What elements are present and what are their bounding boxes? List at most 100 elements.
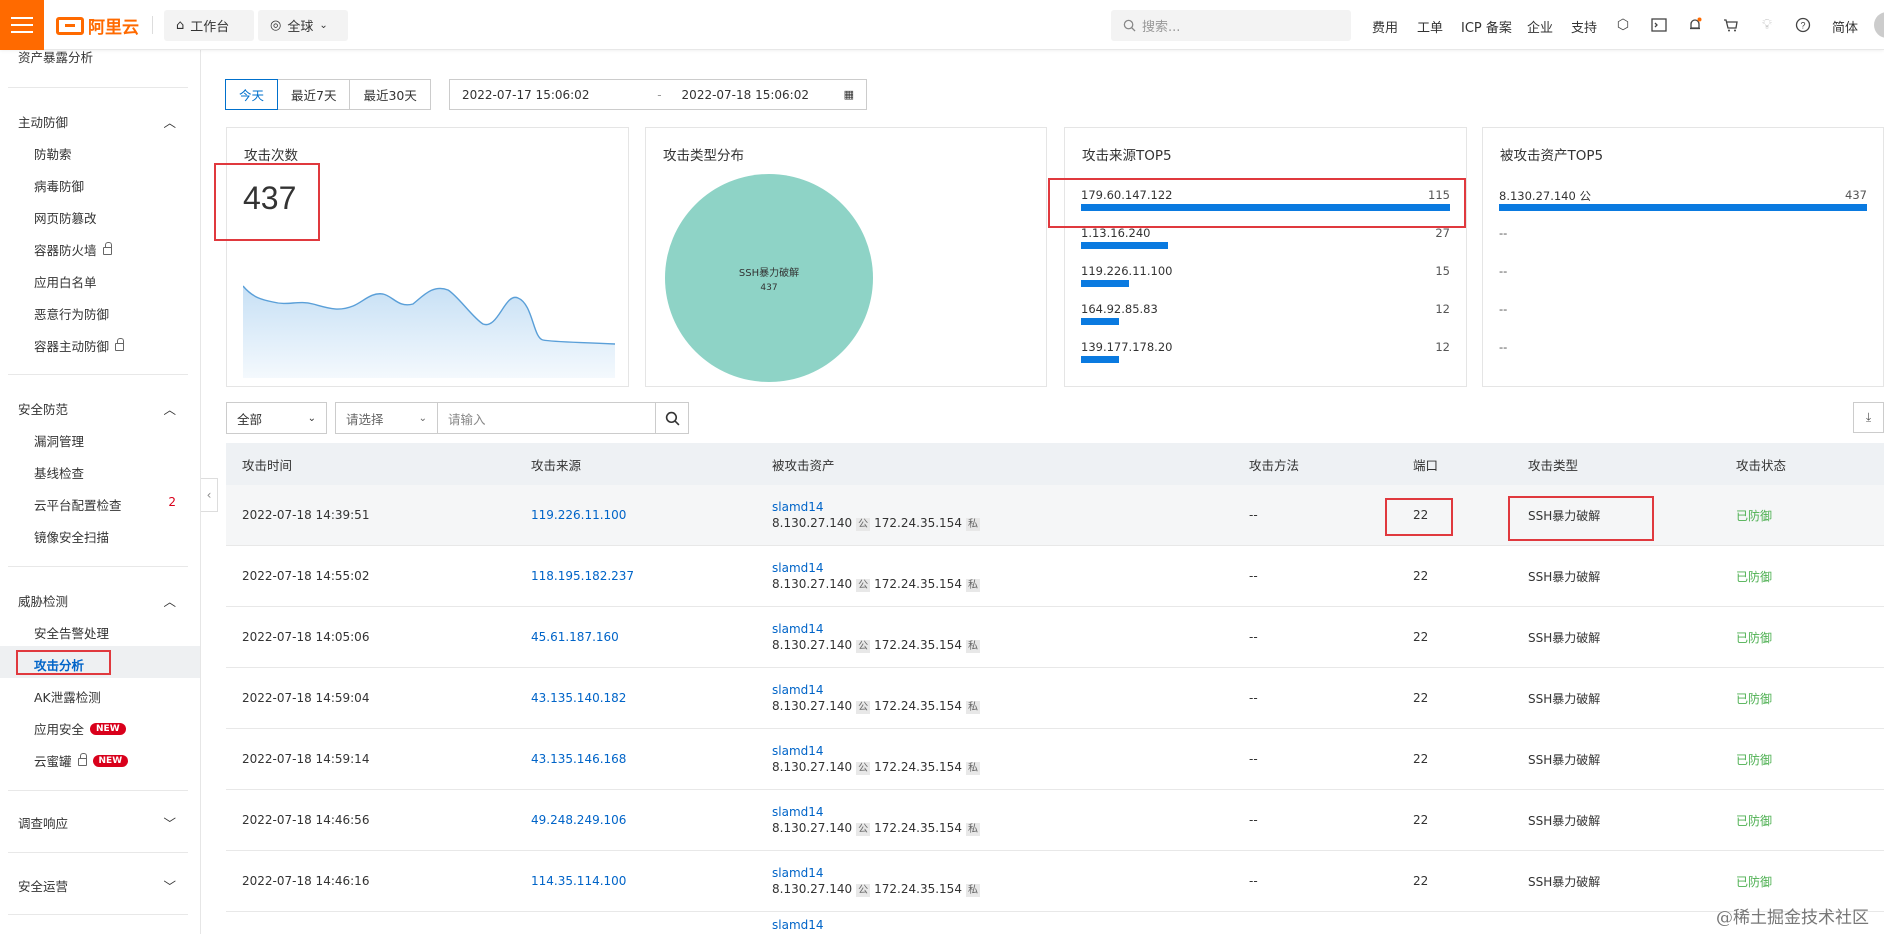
- top5-row[interactable]: 139.177.178.20 12: [1081, 340, 1450, 370]
- attacked-asset: slamd14 8.130.27.140 公 172.24.35.154 私: [772, 607, 984, 667]
- download-button[interactable]: ⤓: [1853, 402, 1884, 433]
- workbench-button[interactable]: ⌂ 工作台: [164, 10, 254, 41]
- scope-select[interactable]: 全部 ⌄: [226, 402, 327, 434]
- top5-row[interactable]: --: [1499, 302, 1867, 332]
- sidebar-item-asset-exposure[interactable]: 资产暴露分析: [18, 50, 93, 66]
- asset-name-link[interactable]: slamd14: [772, 622, 824, 636]
- pie-slice-ssh-bruteforce[interactable]: SSH暴力破解 437: [665, 174, 873, 382]
- attack-method: --: [1249, 630, 1258, 644]
- sidebar-item-container-active-defense[interactable]: 容器主动防御: [34, 336, 125, 355]
- top5-row[interactable]: --: [1499, 226, 1867, 256]
- top-link-tickets[interactable]: 工单: [1417, 17, 1443, 36]
- top5-count: 437: [1845, 188, 1867, 202]
- lightbulb-icon[interactable]: 💡︎: [1758, 16, 1776, 34]
- attack-source-link[interactable]: 43.135.140.182: [531, 668, 626, 728]
- chevron-down-icon: ⌄: [418, 412, 427, 424]
- region-selector[interactable]: ◎ 全球 ⌄: [258, 10, 348, 41]
- asset-ips: 8.130.27.140 公 172.24.35.154 私: [772, 760, 984, 775]
- sidebar-item-ransomware[interactable]: 防勒索: [34, 144, 72, 163]
- highlight-box: [1048, 178, 1466, 228]
- attacked-asset: slamd14 8.130.27.140 公 172.24.35.154 私: [772, 729, 984, 789]
- attack-type: SSH暴力破解: [1528, 813, 1601, 828]
- top5-row[interactable]: 1.13.16.240 27: [1081, 226, 1450, 256]
- sidebar-item-ak-leak[interactable]: AK泄露检测: [34, 687, 101, 706]
- sidebar-item-virus-defense[interactable]: 病毒防御: [34, 176, 84, 195]
- sidebar-item-alert-handling[interactable]: 安全告警处理: [34, 623, 109, 642]
- item-label: 云蜜罐: [34, 754, 72, 769]
- table-row[interactable]: 2022-07-18 14:05:06 45.61.187.160 slamd14 8…: [226, 607, 1884, 668]
- field-select[interactable]: 请选择 ⌄: [335, 402, 438, 434]
- attack-source-link[interactable]: 45.61.187.160: [531, 607, 619, 667]
- attack-source-link[interactable]: 119.226.11.100: [531, 485, 626, 545]
- top5-ip: 1.13.16.240: [1081, 226, 1151, 240]
- sidebar-group-security-ops[interactable]: 安全运营 ﹀: [18, 876, 176, 895]
- search-button[interactable]: [656, 402, 689, 434]
- top5-row[interactable]: 119.226.11.100 15: [1081, 264, 1450, 294]
- sidebar-item-app-whitelist[interactable]: 应用白名单: [34, 272, 97, 291]
- language-switch[interactable]: 简体: [1832, 17, 1858, 36]
- terminal-icon[interactable]: [1650, 16, 1668, 34]
- attack-time: 2022-07-18 14:59:14: [242, 752, 370, 766]
- asset-name-link[interactable]: slamd14: [772, 866, 824, 880]
- sidebar-item-honeypot[interactable]: 云蜜罐 NEW: [34, 751, 129, 770]
- top5-row[interactable]: 8.130.27.140 公 437: [1499, 188, 1867, 218]
- date-quick-filter: 今天 最近7天 最近30天: [225, 79, 431, 110]
- cart-icon[interactable]: [1722, 16, 1740, 34]
- asset-name-link[interactable]: slamd14: [772, 500, 824, 514]
- bell-icon[interactable]: [1686, 16, 1704, 34]
- sidebar-group-threat-detection[interactable]: 威胁检测 ︿: [18, 591, 176, 610]
- attack-method: --: [1249, 508, 1258, 522]
- sidebar-item-image-scan[interactable]: 镜像安全扫描: [34, 527, 109, 546]
- sidebar-item-app-security[interactable]: 应用安全 NEW: [34, 719, 126, 738]
- asset-name-link[interactable]: slamd14: [772, 561, 824, 575]
- table-row[interactable]: 2022-07-18 14:55:02 118.195.182.237 slamd1…: [226, 546, 1884, 607]
- aliyun-logo[interactable]: 阿里云: [56, 13, 139, 38]
- avatar[interactable]: [1874, 12, 1884, 38]
- attacked-asset: slamd14 8.130.27.140 公 172.24.35.154 私: [772, 851, 984, 911]
- attack-source-link[interactable]: 114.35.114.100: [531, 851, 626, 911]
- watermark: @稀土掘金技术社区: [1716, 908, 1869, 928]
- sidebar-group-active-defense[interactable]: 主动防御 ︿: [18, 112, 176, 131]
- help-icon[interactable]: ?: [1794, 16, 1812, 34]
- top-link-icp[interactable]: ICP 备案: [1461, 17, 1512, 36]
- attack-method: --: [1249, 691, 1258, 705]
- top-link-billing[interactable]: 费用: [1372, 17, 1398, 36]
- table-row[interactable]: 2022-07-18 14:59:04 43.135.140.182 slamd14…: [226, 668, 1884, 729]
- asset-name-link[interactable]: slamd14: [772, 805, 824, 819]
- top-link-support[interactable]: 支持: [1571, 17, 1597, 36]
- keyword-input[interactable]: 请输入: [438, 402, 656, 434]
- table-row[interactable]: 2022-07-18 14:59:14 43.135.146.168 slamd14…: [226, 729, 1884, 790]
- asset-name-link[interactable]: slamd14: [772, 918, 824, 932]
- table-row[interactable]: 2022-07-18 14:46:56 49.248.249.106 slamd14…: [226, 790, 1884, 851]
- top5-row[interactable]: 164.92.85.83 12: [1081, 302, 1450, 332]
- attack-source-link[interactable]: 118.195.182.237: [531, 546, 634, 606]
- public-ip: 8.130.27.140: [772, 820, 853, 835]
- sidebar-item-malicious-behavior[interactable]: 恶意行为防御: [34, 304, 109, 323]
- divider: [8, 790, 188, 791]
- sidebar-item-vuln-management[interactable]: 漏洞管理: [34, 431, 84, 450]
- sidebar: 资产暴露分析 主动防御 ︿ 防勒索 病毒防御 网页防篡改 容器防火墙 应用白名单…: [0, 50, 201, 934]
- top-link-enterprise[interactable]: 企业: [1527, 17, 1553, 36]
- menu-icon[interactable]: [0, 0, 44, 50]
- sidebar-item-cloud-config-check[interactable]: 云平台配置检查: [34, 495, 182, 514]
- date-7days-button[interactable]: 最近7天: [277, 79, 351, 110]
- asset-ips: 8.130.27.140 公 172.24.35.154 私: [772, 821, 984, 836]
- attack-source-link[interactable]: 49.248.249.106: [531, 790, 626, 850]
- asset-name-link[interactable]: slamd14: [772, 744, 824, 758]
- top5-row[interactable]: --: [1499, 264, 1867, 294]
- table-row[interactable]: slamd14: [226, 912, 1884, 934]
- top5-row[interactable]: --: [1499, 340, 1867, 370]
- sidebar-group-investigation[interactable]: 调查响应 ﹀: [18, 813, 176, 832]
- date-today-button[interactable]: 今天: [225, 79, 279, 110]
- global-search-input[interactable]: 搜索...: [1111, 10, 1351, 41]
- table-row[interactable]: 2022-07-18 14:46:16 114.35.114.100 slamd14…: [226, 851, 1884, 912]
- sidebar-item-container-firewall[interactable]: 容器防火墙: [34, 240, 112, 259]
- asset-name-link[interactable]: slamd14: [772, 683, 824, 697]
- sidebar-group-security-prevention[interactable]: 安全防范 ︿: [18, 399, 176, 418]
- sidebar-item-baseline-check[interactable]: 基线检查: [34, 463, 84, 482]
- date-30days-button[interactable]: 最近30天: [349, 79, 431, 110]
- app-icon[interactable]: ⬡: [1614, 16, 1632, 34]
- date-range-picker[interactable]: 2022-07-17 15:06:02 - 2022-07-18 15:06:0…: [449, 79, 867, 110]
- attack-source-link[interactable]: 43.135.146.168: [531, 729, 626, 789]
- sidebar-item-web-tamper[interactable]: 网页防篡改: [34, 208, 97, 227]
